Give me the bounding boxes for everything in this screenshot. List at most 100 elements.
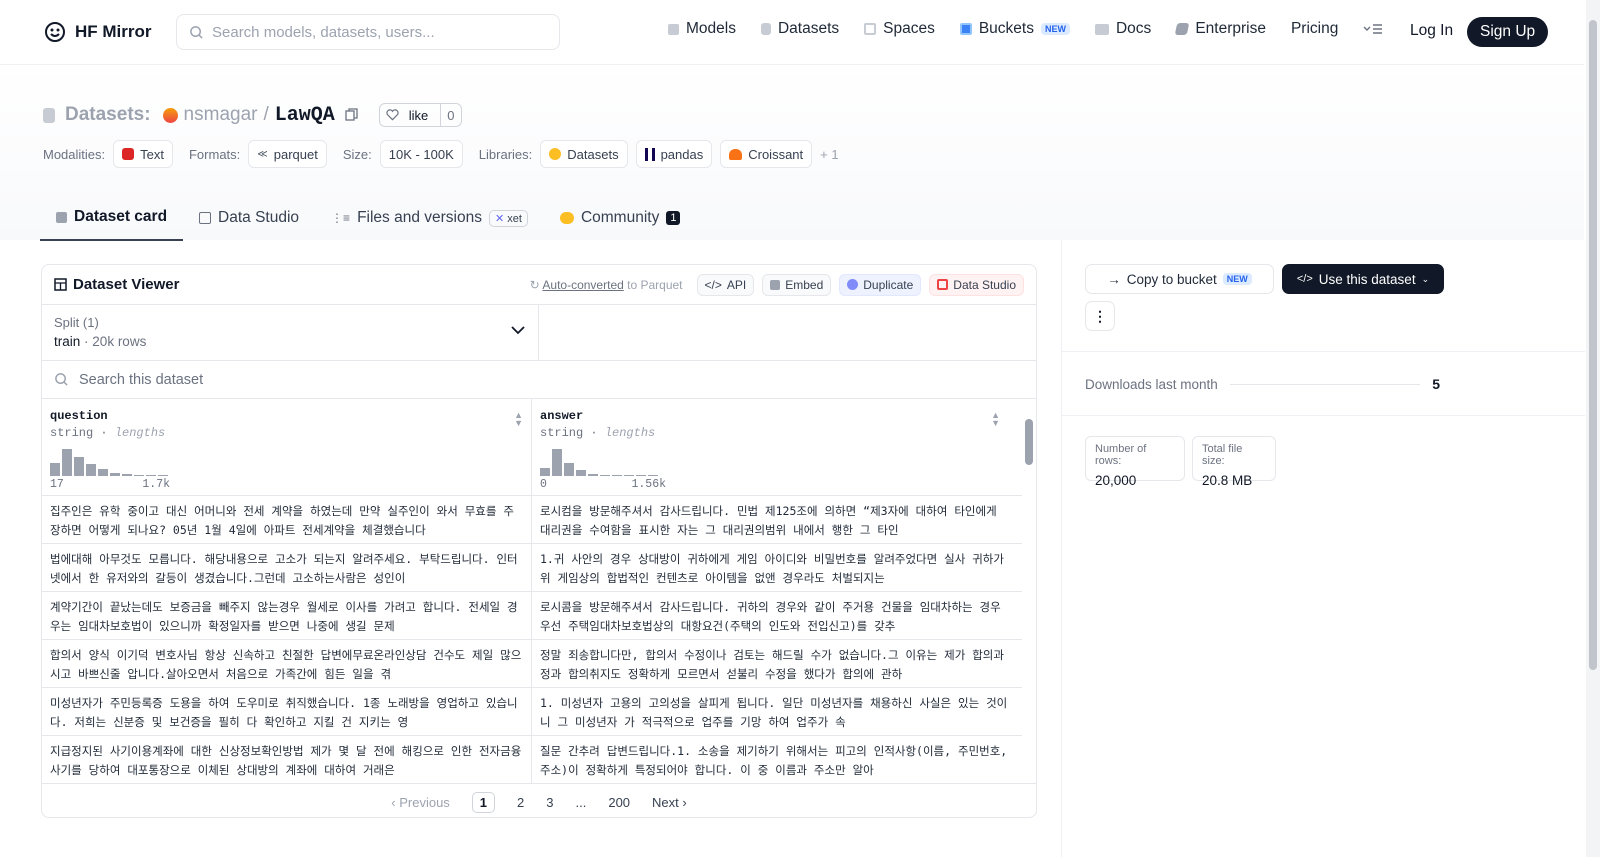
table-row[interactable]: 지급정지된 사기이용계좌에 대한 신상정보확인방법 제가 몇 달 전에 해킹으로… xyxy=(42,736,1036,783)
cell-answer[interactable]: 1. 미성년자 고용의 고의성을 살피게 됩니다. 일단 미성년자를 채용하신 … xyxy=(532,688,1022,735)
column-header-answer[interactable]: answer string · lengths 0 1.56k ▲ ▼ xyxy=(532,399,1022,495)
cell-question[interactable]: 지급정지된 사기이용계좌에 대한 신상정보확인방법 제가 몇 달 전에 해킹으로… xyxy=(42,736,532,783)
histogram-bar xyxy=(624,475,634,476)
embed-button[interactable]: Embed xyxy=(762,273,832,296)
library-tag-croissant[interactable]: Croissant xyxy=(720,140,813,168)
page-scrollbar-thumb[interactable] xyxy=(1589,20,1597,670)
cell-answer[interactable]: 1.귀 사안의 경우 상대방이 귀하에게 게임 아이디와 비밀번호를 알려주었다… xyxy=(532,544,1022,591)
menu-icon xyxy=(1363,24,1383,34)
cell-answer[interactable]: 로시컴을 방문해주셔서 감사드립니다. 민법 제125조에 의하면 “제3자에 … xyxy=(532,496,1022,543)
like-button[interactable]: like 0 xyxy=(378,103,462,127)
next-page-button[interactable]: Next › xyxy=(652,795,687,810)
sort-icon[interactable]: ▲ ▼ xyxy=(514,411,523,428)
sidebar-divider xyxy=(1061,415,1585,416)
split-select[interactable]: Split (1) train · 20k rows xyxy=(42,305,539,360)
histogram-min: 17 xyxy=(50,478,64,491)
auto-converted-link[interactable]: Auto-converted xyxy=(542,278,623,292)
owner-avatar xyxy=(162,107,178,123)
format-text: parquet xyxy=(273,146,318,162)
nav-docs[interactable]: Docs xyxy=(1094,20,1152,38)
dataset-name[interactable]: LawQA xyxy=(275,104,335,127)
format-tag-parquet[interactable]: ≪ parquet xyxy=(248,140,327,168)
nav-models[interactable]: Models xyxy=(668,20,736,38)
page-3-button[interactable]: 3 xyxy=(546,795,553,810)
page-200-button[interactable]: 200 xyxy=(608,795,630,810)
signup-button[interactable]: Sign Up xyxy=(1467,17,1549,47)
table-row[interactable]: 집주인은 유학 중이고 대신 어머니와 전세 계약을 하였는데 만약 실주인이 … xyxy=(42,496,1036,544)
cell-answer[interactable]: 로시콤을 방문해주셔서 감사드립니다. 귀하의 경우와 같이 주거용 건물을 임… xyxy=(532,592,1022,639)
table-row[interactable]: 계약기간이 끝났는데도 보증금을 빼주지 않는경우 월세로 이사를 가려고 합니… xyxy=(42,592,1036,640)
new-badge: NEW xyxy=(1222,273,1252,285)
duplicate-button[interactable]: Duplicate xyxy=(839,273,922,296)
page-2-button[interactable]: 2 xyxy=(517,795,524,810)
scrollbar-thumb[interactable] xyxy=(1025,419,1033,465)
data-studio-button[interactable]: Data Studio xyxy=(929,273,1024,296)
page-1-button[interactable]: 1 xyxy=(471,792,496,813)
dataset-search-input[interactable]: Search this dataset xyxy=(42,361,1036,399)
split-value: train · 20k rows xyxy=(54,334,526,349)
to-parquet-text: to Parquet xyxy=(623,277,683,292)
duplicate-icon xyxy=(847,279,859,290)
page-ellipsis: ... xyxy=(575,795,587,810)
page-scrollbar[interactable] xyxy=(1586,0,1600,857)
histogram-max: 1.56k xyxy=(631,478,666,491)
xet-badge: ✕ xet xyxy=(488,209,528,227)
tab-data-studio[interactable]: Data Studio xyxy=(183,195,315,241)
cell-question[interactable]: 합의서 양식 이기덕 변호사님 항상 신속하고 친절한 답변에무료온라인상담 건… xyxy=(42,640,532,687)
modality-tag-text[interactable]: Text xyxy=(113,140,173,168)
cell-answer[interactable]: 정말 죄송합니다만, 합의서 수정이나 검토는 해드릴 수가 없습니다.그 이유… xyxy=(532,640,1022,687)
text-icon xyxy=(122,148,135,160)
cell-question[interactable]: 법에대해 아무것도 모릅니다. 해당내용으로 고소가 되는지 알려주세요. 부탁… xyxy=(42,544,532,591)
size-tag[interactable]: 10K - 100K xyxy=(379,140,463,168)
previous-page-button[interactable]: ‹ Previous xyxy=(391,795,450,810)
nav-spaces[interactable]: Spaces xyxy=(864,20,935,38)
nav-docs-label: Docs xyxy=(1115,20,1152,37)
split-selector-row: Split (1) train · 20k rows xyxy=(42,305,1036,361)
histogram-max: 1.7k xyxy=(142,478,170,491)
cell-answer[interactable]: 질문 간추려 답변드립니다.1. 소송을 제기하기 위해서는 피고의 인적사항(… xyxy=(532,736,1022,783)
copy-to-bucket-button[interactable]: → Copy to bucket NEW xyxy=(1085,264,1274,294)
column-stat: lengths xyxy=(114,426,166,440)
cell-question[interactable]: 계약기간이 끝났는데도 보증금을 빼주지 않는경우 월세로 이사를 가려고 합니… xyxy=(42,592,532,639)
histogram-bar xyxy=(564,463,574,476)
viewer-header: Dataset Viewer ↻ Auto-converted to Parqu… xyxy=(42,265,1036,305)
logo[interactable]: HF Mirror xyxy=(43,20,152,44)
tab-files[interactable]: ⋮≡ Files and versions ✕ xet xyxy=(315,195,544,241)
nav-datasets[interactable]: Datasets xyxy=(760,20,840,38)
more-options-button[interactable]: ⋮ xyxy=(1085,301,1115,331)
use-dataset-button[interactable]: </> Use this dataset ⌄ xyxy=(1282,264,1444,294)
owner-link[interactable]: nsmagar xyxy=(184,104,258,126)
tab-community[interactable]: Community 1 xyxy=(544,195,697,241)
table-row[interactable]: 미성년자가 주민등록증 도용을 하여 도우미로 취직했습니다. 1종 노래방을 … xyxy=(42,688,1036,736)
tab-dataset-card[interactable]: Dataset card xyxy=(40,195,184,241)
table-row[interactable]: 법에대해 아무것도 모릅니다. 해당내용으로 고소가 되는지 알려주세요. 부탁… xyxy=(42,544,1036,592)
split-dot: · xyxy=(84,334,89,349)
like-count: 0 xyxy=(440,104,460,126)
cell-question[interactable]: 미성년자가 주민등록증 도용을 하여 도우미로 취직했습니다. 1종 노래방을 … xyxy=(42,688,532,735)
nav-enterprise[interactable]: Enterprise xyxy=(1175,20,1266,38)
library-datasets-text: Datasets xyxy=(567,146,619,162)
nav-buckets[interactable]: Buckets NEW xyxy=(959,20,1070,38)
search-placeholder: Search models, datasets, users... xyxy=(212,23,435,41)
column-header-question[interactable]: question string · lengths 17 1.7k ▲ ▼ xyxy=(42,399,532,495)
search-icon xyxy=(190,25,203,39)
sort-icon[interactable]: ▲ ▼ xyxy=(991,411,1000,428)
nav-more-menu[interactable] xyxy=(1363,22,1383,36)
cell-question[interactable]: 집주인은 유학 중이고 대신 어머니와 전세 계약을 하였는데 만약 실주인이 … xyxy=(42,496,532,543)
nav-pricing[interactable]: Pricing xyxy=(1291,20,1338,38)
copy-to-bucket-label: Copy to bucket xyxy=(1126,271,1217,287)
duplicate-label: Duplicate xyxy=(863,277,914,292)
libraries-more[interactable]: + 1 xyxy=(820,147,838,162)
search-input[interactable]: Search models, datasets, users... xyxy=(176,14,560,50)
arrow-right-icon: → xyxy=(1107,271,1121,287)
table-row[interactable]: 합의서 양식 이기덕 변호사님 항상 신속하고 친절한 답변에무료온라인상담 건… xyxy=(42,640,1036,688)
table-scrollbar[interactable] xyxy=(1022,399,1036,783)
column-type: string · lengths xyxy=(50,426,166,440)
library-tag-pandas[interactable]: pandas xyxy=(635,140,713,168)
copy-icon[interactable] xyxy=(345,108,359,122)
login-link[interactable]: Log In xyxy=(1410,22,1453,40)
library-tag-datasets[interactable]: Datasets xyxy=(540,140,628,168)
nav-datasets-label: Datasets xyxy=(777,20,840,37)
histogram-bar xyxy=(552,449,562,476)
api-button[interactable]: </> API xyxy=(696,273,755,296)
